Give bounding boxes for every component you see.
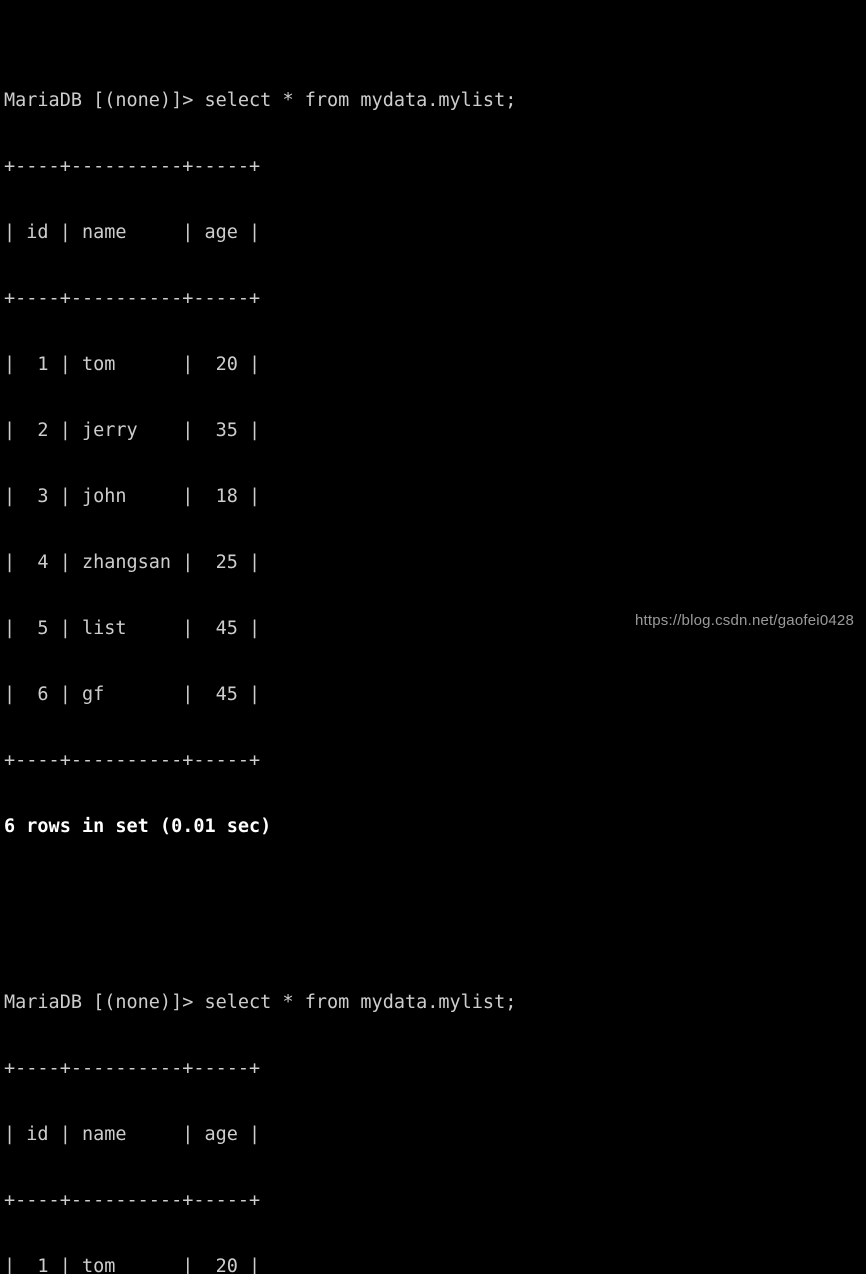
status-line-1: 6 rows in set (0.01 sec) (4, 816, 272, 837)
table-separator-top-1: +----+----------+-----+ (4, 156, 261, 177)
table-separator-mid-2: +----+----------+-----+ (4, 1190, 261, 1211)
table-separator-bottom-1: +----+----------+-----+ (4, 750, 261, 771)
terminal-screen[interactable]: MariaDB [(none)]> select * from mydata.m… (4, 2, 866, 1274)
table-separator-top-2: +----+----------+-----+ (4, 1058, 261, 1079)
terminal-window[interactable]: MariaDB [(none)]> select * from mydata.m… (0, 0, 866, 1274)
table-row: | 6 | gf | 45 | (4, 684, 261, 705)
prompt-line-1: MariaDB [(none)]> select * from mydata.m… (4, 90, 517, 111)
prompt-line-2: MariaDB [(none)]> select * from mydata.m… (4, 992, 517, 1013)
table-row: | 1 | tom | 20 | (4, 354, 261, 375)
table-header-2: | id | name | age | (4, 1124, 261, 1145)
table-header-1: | id | name | age | (4, 222, 261, 243)
table-separator-mid-1: +----+----------+-----+ (4, 288, 261, 309)
table-row: | 4 | zhangsan | 25 | (4, 552, 261, 573)
table-row: | 3 | john | 18 | (4, 486, 261, 507)
table-row: | 2 | jerry | 35 | (4, 420, 261, 441)
table-row: | 1 | tom | 20 | (4, 1256, 261, 1274)
watermark-url: https://blog.csdn.net/gaofei0428 (634, 612, 854, 629)
